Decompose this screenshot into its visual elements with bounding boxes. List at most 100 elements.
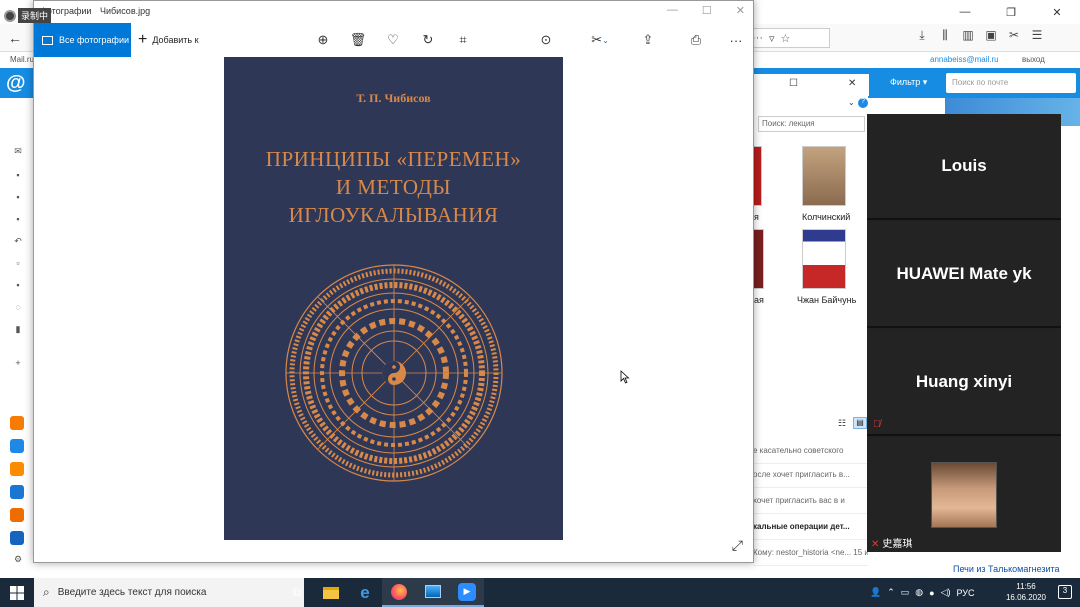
print-icon[interactable]: ⎙: [687, 31, 705, 49]
add-folder-icon[interactable]: +: [12, 358, 24, 370]
sidebar-icon[interactable]: ▥: [961, 28, 975, 43]
windows-taskbar: ⌕ Введите здесь текст для поиска ⧉ e ▶ 👤…: [0, 578, 1080, 607]
mail-list-item[interactable]: хочет пригласить вас в и: [753, 490, 868, 514]
mic-muted-icon: 🎙̸: [873, 419, 881, 430]
large-icons-view-icon[interactable]: ▤: [853, 417, 867, 429]
spam-icon[interactable]: ◌: [12, 302, 24, 314]
chevron-down-icon[interactable]: ⌄: [848, 98, 855, 107]
book-thumbnail[interactable]: [802, 146, 846, 206]
taskbar-firefox[interactable]: [382, 578, 416, 607]
participant-name: 史嘉琪: [882, 539, 913, 550]
screenshot-icon[interactable]: ✂: [1007, 28, 1021, 43]
taskbar-edge[interactable]: e: [348, 578, 382, 607]
photos-window-controls: — ☐ ✕: [667, 4, 745, 17]
folder-icon[interactable]: ▪: [12, 170, 24, 182]
book-label: я: [754, 212, 759, 222]
crop-icon[interactable]: ⌗: [454, 31, 472, 49]
menu-icon[interactable]: ☰: [1030, 28, 1044, 43]
zoom-tray-icon[interactable]: ●: [929, 588, 934, 598]
mail-exit-link[interactable]: выход: [1022, 55, 1045, 64]
participant-tile[interactable]: Louis: [867, 114, 1061, 220]
mail-filter-button[interactable]: Фильтр ▾: [890, 77, 927, 88]
reply-icon[interactable]: ↶: [12, 236, 24, 248]
minimize-icon[interactable]: —: [667, 4, 678, 17]
trash-icon[interactable]: ▮: [12, 324, 24, 336]
fullscreen-icon[interactable]: ⤢: [732, 537, 743, 554]
taskbar-photos[interactable]: [416, 578, 450, 607]
photos-icon: [425, 585, 441, 598]
mail-logo-text[interactable]: Mail.ru: [10, 55, 34, 64]
minimize-icon[interactable]: —: [942, 0, 988, 24]
start-button[interactable]: [0, 578, 34, 607]
app-icon[interactable]: [10, 439, 24, 453]
maximize-icon[interactable]: ☐: [789, 78, 798, 89]
close-icon[interactable]: ✕: [1034, 0, 1080, 24]
ad-title-link[interactable]: Печи из Талькомагнезита: [953, 564, 1060, 574]
folder-icon[interactable]: ▪: [12, 214, 24, 226]
mail-user-link[interactable]: annabeiss@mail.ru: [930, 55, 999, 64]
taskbar-zoom[interactable]: ▶: [450, 578, 484, 607]
download-icon[interactable]: ⤓: [915, 28, 929, 43]
participant-tile[interactable]: HUAWEI Mate yk: [867, 222, 1061, 328]
notifications-button[interactable]: 3: [1058, 585, 1072, 599]
app-icon[interactable]: [10, 485, 24, 499]
favorite-icon[interactable]: ♡: [384, 31, 402, 49]
app-icon[interactable]: [10, 508, 24, 522]
bookmark-star-icon[interactable]: ☆: [781, 32, 791, 45]
more-options-icon[interactable]: ···: [727, 31, 745, 49]
mail-list-item[interactable]: осле хочет пригласить в...: [753, 464, 868, 488]
participant-tile[interactable]: ✕ 史嘉琪: [867, 438, 1061, 552]
draft-icon[interactable]: ▫: [12, 258, 24, 270]
volume-icon[interactable]: ◁): [941, 587, 951, 598]
mail-list-item[interactable]: е касательно советского: [753, 440, 868, 464]
add-to-button[interactable]: + Добавить к: [138, 23, 199, 57]
book-thumbnail[interactable]: [802, 229, 846, 289]
taskbar-search-input[interactable]: ⌕ Введите здесь текст для поиска: [34, 578, 304, 607]
network-icon[interactable]: ◍: [915, 587, 923, 598]
edit-draw-icon[interactable]: ✂ ⌄: [585, 31, 615, 49]
system-tray: 👤 ⌃ ▭ ◍ ● ◁) РУС: [870, 578, 975, 607]
lock-icon[interactable]: ▪: [12, 280, 24, 292]
close-icon[interactable]: ✕: [848, 78, 856, 89]
restore-icon[interactable]: ❐: [988, 0, 1034, 24]
mail-list-item[interactable]: кальные операции дет...: [753, 516, 868, 540]
zoom-icon[interactable]: ⊕: [314, 31, 332, 49]
pocket-save-icon[interactable]: ▣: [984, 28, 998, 43]
delete-icon[interactable]: 🗑: [349, 31, 367, 49]
share-icon[interactable]: ⇪: [639, 31, 657, 49]
taskbar-clock[interactable]: 11:56 16.06.2020: [1000, 581, 1052, 603]
settings-icon[interactable]: ⚙: [12, 554, 24, 566]
help-icon[interactable]: ?: [858, 98, 868, 108]
mail-list-item[interactable]: Кому: nestor_historia <ne... 15 июн: [753, 542, 868, 566]
library-icon[interactable]: ⫼: [938, 28, 952, 43]
tasks-icon[interactable]: [10, 531, 24, 545]
rotate-icon[interactable]: ↻: [419, 31, 437, 49]
inbox-icon[interactable]: ✉: [12, 146, 24, 158]
maximize-icon[interactable]: ☐: [702, 4, 712, 17]
enhance-icon[interactable]: ⊙: [537, 31, 555, 49]
photo-viewer[interactable]: Т. П. Чибисов ПРИНЦИПЫ «ПЕРЕМЕН» И МЕТОД…: [34, 57, 753, 562]
calendar-icon[interactable]: [10, 462, 24, 476]
back-button[interactable]: ←: [4, 27, 26, 49]
book-label: ая: [754, 295, 764, 305]
task-view-button[interactable]: ⧉: [280, 578, 314, 607]
all-photos-button[interactable]: Все фотографии: [34, 23, 131, 57]
url-bar[interactable]: ··· ▿ ☆: [750, 28, 830, 48]
details-view-icon[interactable]: ☷: [838, 418, 846, 429]
explorer-search-input[interactable]: Поиск: лекция: [758, 116, 865, 132]
book-author: Т. П. Чибисов: [356, 91, 431, 105]
close-icon[interactable]: ✕: [736, 4, 745, 17]
battery-icon[interactable]: ▭: [901, 587, 910, 598]
taskbar-explorer[interactable]: [314, 578, 348, 607]
people-icon[interactable]: 👤: [870, 587, 881, 598]
folder-icon[interactable]: ▪: [12, 192, 24, 204]
app-icon[interactable]: [10, 416, 24, 430]
mail-search-input[interactable]: Поиск по почте: [946, 73, 1076, 93]
language-indicator[interactable]: РУС: [957, 588, 975, 598]
participant-tile[interactable]: Huang xinyi 🎙̸: [867, 330, 1061, 436]
bagua-diagram: [285, 264, 503, 482]
pocket-icon[interactable]: ▿: [769, 32, 775, 45]
photos-titlebar: Фотографии Чибисов.jpg — ☐ ✕: [34, 1, 753, 23]
tray-chevron-icon[interactable]: ⌃: [887, 587, 895, 598]
mail-logo-icon[interactable]: @: [6, 72, 26, 95]
